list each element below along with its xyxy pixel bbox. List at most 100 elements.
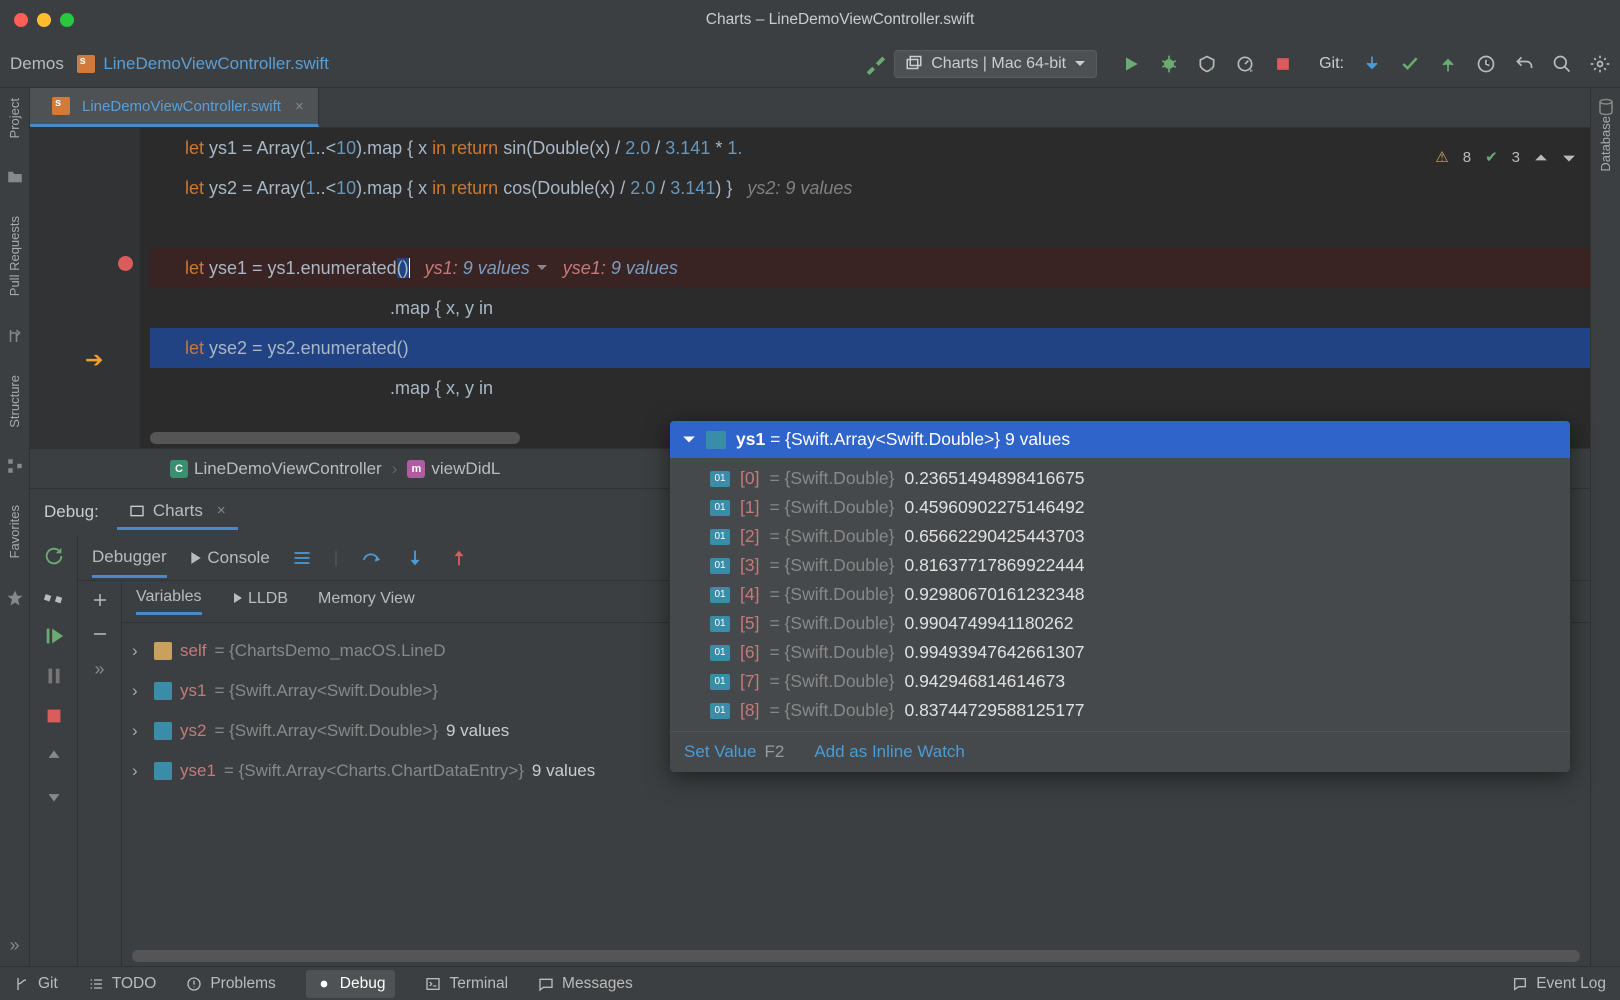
maximize-window-icon[interactable] <box>60 13 74 27</box>
ok-icon[interactable]: ✔ <box>1485 138 1498 178</box>
breadcrumb[interactable]: Demos LineDemoViewController.swift <box>10 54 329 74</box>
run-icon[interactable] <box>1121 54 1141 74</box>
array-icon <box>706 431 726 449</box>
build-hammer-icon[interactable] <box>864 53 886 75</box>
profile-icon[interactable] <box>1235 54 1255 74</box>
step-into-icon[interactable] <box>404 547 426 569</box>
memory-tab[interactable]: Memory View <box>318 590 415 614</box>
breadcrumb-root[interactable]: Demos <box>10 54 64 73</box>
settings-icon[interactable] <box>43 585 65 607</box>
popup-header[interactable]: ys1 = {Swift.Array<Swift.Double>} 9 valu… <box>670 421 1570 458</box>
inline-hint[interactable]: ys1: 9 values <box>425 248 548 288</box>
breakpoint-icon[interactable] <box>118 256 133 271</box>
search-icon[interactable] <box>1552 54 1572 74</box>
tool-favorites[interactable]: Favorites <box>7 505 22 558</box>
step-over-icon[interactable] <box>360 547 382 569</box>
sb-debug[interactable]: Debug <box>306 970 396 998</box>
structure-icon[interactable] <box>6 457 24 475</box>
stop-icon[interactable] <box>1273 54 1293 74</box>
coverage-icon[interactable] <box>1197 54 1217 74</box>
close-window-icon[interactable] <box>14 13 28 27</box>
editor-tab[interactable]: LineDemoViewController.swift × <box>30 88 319 127</box>
vcs-commit-icon[interactable] <box>1400 54 1420 74</box>
minus-icon[interactable] <box>91 625 109 643</box>
chevron-down-icon <box>536 262 548 274</box>
chevron-up-icon[interactable] <box>1534 151 1548 165</box>
gear-icon[interactable] <box>1590 54 1610 74</box>
vcs-update-icon[interactable] <box>1362 54 1382 74</box>
close-tab-icon[interactable]: × <box>295 98 304 115</box>
chevron-down-icon[interactable] <box>682 433 696 447</box>
database-icon[interactable] <box>1597 98 1615 116</box>
warning-icon[interactable]: ⚠ <box>1435 138 1448 178</box>
sb-problems[interactable]: Problems <box>186 975 275 993</box>
bc-method[interactable]: viewDidL <box>431 459 500 479</box>
popup-item[interactable]: 01[6] = {Swift.Double} 0.994939476426613… <box>670 638 1570 667</box>
popup-item[interactable]: 01[3] = {Swift.Double} 0.816377178699224… <box>670 551 1570 580</box>
expand-icon[interactable]: » <box>94 659 104 680</box>
add-inline-watch-action[interactable]: Add as Inline Watch <box>814 742 965 762</box>
sb-git[interactable]: Git <box>14 975 58 993</box>
code-editor[interactable]: ➔ ⚠8 ✔3 let ys1 = Array(1..<10).map { x … <box>30 128 1590 448</box>
sb-event-log[interactable]: Event Log <box>1512 975 1606 993</box>
main-toolbar: Demos LineDemoViewController.swift Chart… <box>0 40 1620 88</box>
sb-terminal[interactable]: Terminal <box>425 975 508 993</box>
variables-tab[interactable]: Variables <box>136 588 202 615</box>
tool-pull-requests[interactable]: Pull Requests <box>7 216 22 296</box>
rerun-icon[interactable] <box>43 545 65 567</box>
folder-icon[interactable] <box>6 168 24 186</box>
debug-session-tab[interactable]: Charts × <box>117 495 238 530</box>
chevron-down-icon[interactable] <box>1562 151 1576 165</box>
code-line: .map { x, y in <box>150 368 1590 408</box>
run-config-selector[interactable]: Charts | Mac 64-bit <box>894 50 1097 78</box>
stop-icon[interactable] <box>43 705 65 727</box>
vars-scrollbar[interactable] <box>132 950 1580 962</box>
tool-structure[interactable]: Structure <box>7 375 22 428</box>
debug-icon[interactable] <box>1159 54 1179 74</box>
set-value-action[interactable]: Set ValueF2 <box>684 742 784 762</box>
popup-item[interactable]: 01[0] = {Swift.Double} 0.236514948984166… <box>670 464 1570 493</box>
window-title: Charts – LineDemoViewController.swift <box>74 11 1606 29</box>
minimize-window-icon[interactable] <box>37 13 51 27</box>
swift-file-icon <box>77 55 95 73</box>
bc-class[interactable]: LineDemoViewController <box>194 459 382 479</box>
tool-project[interactable]: Project <box>7 98 22 138</box>
resume-icon[interactable] <box>43 625 65 647</box>
close-icon[interactable]: × <box>217 502 226 519</box>
lldb-tab[interactable]: LLDB <box>232 590 288 614</box>
sb-todo[interactable]: TODO <box>88 975 157 993</box>
right-tool-rail: Database <box>1590 88 1620 966</box>
inspection-badges[interactable]: ⚠8 ✔3 <box>1435 138 1576 178</box>
popup-item[interactable]: 01[1] = {Swift.Double} 0.459609022751464… <box>670 493 1570 522</box>
popup-item[interactable]: 01[4] = {Swift.Double} 0.929806701612323… <box>670 580 1570 609</box>
star-icon[interactable] <box>6 589 24 607</box>
editor-scrollbar[interactable] <box>150 432 520 444</box>
popup-item[interactable]: 01[2] = {Swift.Double} 0.656622904254437… <box>670 522 1570 551</box>
undo-icon[interactable] <box>1514 54 1534 74</box>
tool-database[interactable]: Database <box>1598 116 1613 172</box>
debug-title: Debug: <box>44 502 99 522</box>
console-tab[interactable]: Console <box>189 548 270 568</box>
vcs-label: Git: <box>1319 55 1344 73</box>
editor-gutter[interactable]: ➔ <box>30 128 140 448</box>
expand-icon[interactable]: » <box>9 935 19 956</box>
popup-item[interactable]: 01[5] = {Swift.Double} 0.990474994118026… <box>670 609 1570 638</box>
pull-request-icon[interactable] <box>6 327 24 345</box>
vcs-push-icon[interactable] <box>1438 54 1458 74</box>
status-bar: Git TODO Problems Debug Terminal Message… <box>0 966 1620 1000</box>
sb-messages[interactable]: Messages <box>538 975 633 993</box>
down-icon[interactable] <box>43 785 65 807</box>
step-out-icon[interactable] <box>448 547 470 569</box>
debugger-tab[interactable]: Debugger <box>92 547 167 578</box>
popup-item[interactable]: 01[8] = {Swift.Double} 0.837447295881251… <box>670 696 1570 725</box>
layout-icon[interactable] <box>292 548 312 568</box>
list-icon <box>88 976 104 992</box>
pause-icon[interactable] <box>43 665 65 687</box>
message-icon <box>538 976 554 992</box>
history-icon[interactable] <box>1476 54 1496 74</box>
plus-icon[interactable] <box>91 591 109 609</box>
array-icon <box>154 762 172 780</box>
popup-item[interactable]: 01[7] = {Swift.Double} 0.942946814614673 <box>670 667 1570 696</box>
breadcrumb-file[interactable]: LineDemoViewController.swift <box>103 54 329 73</box>
up-icon[interactable] <box>43 745 65 767</box>
